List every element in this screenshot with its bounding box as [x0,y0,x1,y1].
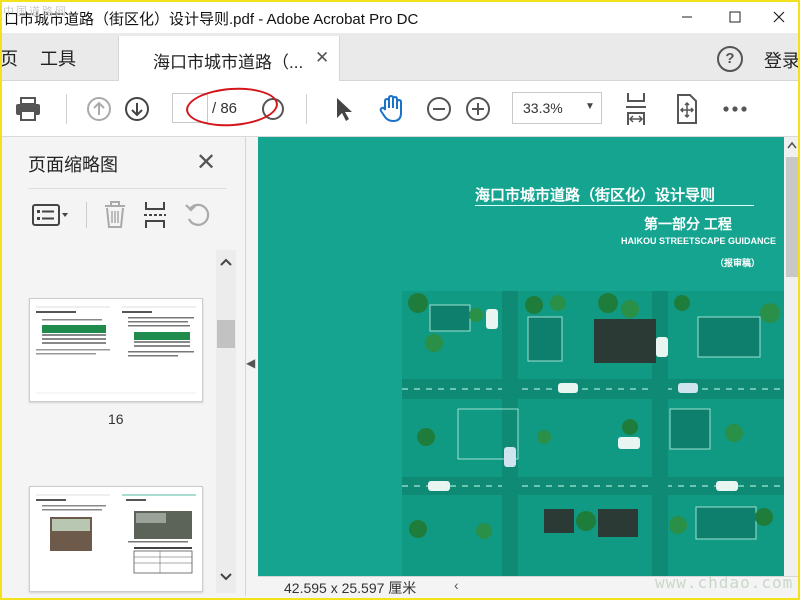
hand-tool-button[interactable] [374,81,408,136]
page-dimensions: 42.595 x 25.597 厘米 [284,580,417,596]
page-arrows-icon [677,93,697,124]
title-bar: 口市城市道路（街区化）设计导则.pdf - Adobe Acrobat Pro … [0,0,800,33]
toolbar-separator [306,94,307,124]
thumbnail-content [36,494,196,574]
arrow-up-circle-icon [87,96,111,121]
scroll-down-icon[interactable] [220,573,232,581]
next-page-button[interactable] [122,81,152,136]
panel-scroll-thumb[interactable] [217,320,235,348]
cover-note: （报审稿） [715,258,761,268]
maximize-button[interactable] [712,0,758,33]
thumbnail-page-label: 16 [108,411,124,427]
tab-tools[interactable]: 工具 [40,45,76,71]
panel-separator [86,202,87,228]
zoom-value: 33.3% [523,100,563,116]
cover-rule [475,205,754,206]
cover-title: 海口市城市道路（街区化）设计导则 [475,187,716,204]
hand-icon [379,94,402,122]
plus-circle-icon [466,96,490,121]
thumbnail-options-icon[interactable] [32,203,70,227]
minus-circle-icon [427,96,451,121]
panel-scrollbar[interactable] [216,250,236,593]
arrow-down-circle-icon [125,96,149,121]
minimize-icon [682,16,692,17]
watermark-logo: 中国道路网 [3,6,68,18]
minimize-button[interactable] [664,0,710,33]
trash-icon[interactable] [102,201,128,229]
rotate-icon[interactable] [184,201,212,229]
print-button[interactable] [10,81,46,136]
help-button[interactable]: ? [717,46,743,72]
tab-home[interactable]: 页 [0,45,18,71]
more-icon [723,105,747,112]
toolbar-separator [66,94,67,124]
zoom-dropdown[interactable]: 33.3% ▼ [512,92,602,124]
previous-page-button[interactable] [84,81,114,136]
scroll-up-icon[interactable] [220,258,232,266]
scroll-up-icon[interactable] [787,141,797,149]
fit-width-button[interactable] [620,81,652,136]
collapse-panel-icon[interactable]: ◀ [246,356,255,370]
chevron-down-icon: ▼ [585,101,595,112]
fit-width-icon [626,92,646,125]
signin-link[interactable]: 登录 [764,47,800,73]
document-scrollbar[interactable] [784,137,800,578]
zoom-out-button[interactable] [424,81,454,136]
more-tools-button[interactable] [718,81,752,136]
close-icon [773,11,785,22]
rotate-view-button[interactable] [670,81,702,136]
document-scroll-thumb[interactable] [786,157,798,277]
main-toolbar [0,81,800,137]
zoom-in-button[interactable] [463,81,493,136]
page-thumbnail[interactable] [29,486,203,592]
select-tool-button[interactable] [328,81,358,136]
watermark-url: www.chdao.com [655,573,794,592]
insert-page-icon[interactable] [142,201,168,229]
panel-title: 页面缩略图 [28,155,118,175]
panel-close-icon[interactable]: ✕ [196,148,216,177]
tab-close-icon[interactable]: ✕ [315,48,329,68]
cursor-arrow-icon [337,97,352,121]
close-window-button[interactable] [756,0,800,33]
tab-document[interactable]: 海口市城市道路（... ✕ [118,36,340,81]
panel-divider [28,188,226,189]
cover-english-title: HAIKOU STREETSCAPE GUIDANCE [621,236,777,246]
cover-subtitle: 第一部分 工程 [644,216,732,232]
maximize-icon [729,11,741,22]
scroll-left-icon[interactable]: ‹ [454,577,459,593]
printer-icon [16,96,40,121]
thumbnail-content [36,306,196,394]
tab-document-label: 海口市城市道路（... [153,53,304,72]
page-thumbnail[interactable] [29,298,203,402]
